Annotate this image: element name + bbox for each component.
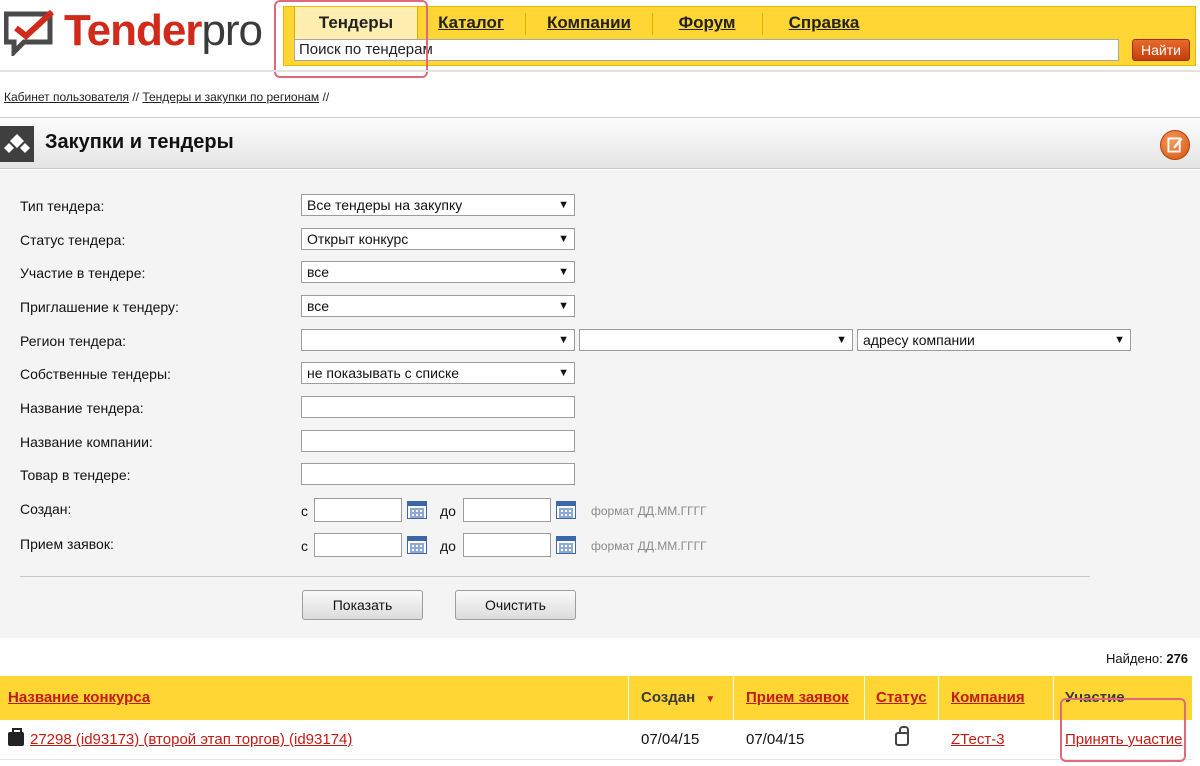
label-to: до	[440, 538, 456, 554]
clear-button[interactable]: Очистить	[455, 590, 576, 620]
accepting-to-input[interactable]	[463, 533, 551, 557]
calendar-icon[interactable]	[556, 536, 576, 554]
region-select-1[interactable]: ▼	[301, 329, 575, 351]
region-select-3[interactable]: адресу компании ▼	[857, 329, 1131, 351]
tender-type-select[interactable]: Все тендеры на закупку ▼	[301, 194, 575, 216]
sort-down-icon: ▼	[705, 694, 716, 705]
chevron-down-icon: ▼	[558, 233, 569, 245]
nav-divider	[762, 13, 763, 35]
calendar-icon[interactable]	[407, 501, 427, 519]
column-created[interactable]: Создан ▼	[641, 676, 715, 720]
title-bar: Закупки и тендеры	[0, 117, 1200, 169]
highlight-annotation	[274, 0, 428, 78]
column-divider	[733, 676, 734, 720]
label-invitation: Приглашение к тендеру:	[20, 299, 179, 315]
column-divider	[938, 676, 939, 720]
page-title: Закупки и тендеры	[45, 131, 234, 153]
tab-help[interactable]: Справка	[774, 7, 874, 39]
header: Tenderpro Тендеры Каталог Компании Форум…	[0, 0, 1200, 78]
show-button[interactable]: Показать	[302, 590, 423, 620]
column-divider	[628, 676, 629, 720]
column-name[interactable]: Название конкурса	[8, 676, 150, 720]
logo[interactable]: Tenderpro	[4, 4, 274, 60]
tenderpro-logo-icon	[4, 10, 55, 56]
company-link[interactable]: ZТест-3	[951, 720, 1005, 760]
chevron-down-icon: ▼	[558, 334, 569, 346]
table-row: 27298 (id93173) (второй этап торгов) (id…	[0, 720, 1192, 760]
created-to-input[interactable]	[463, 498, 551, 522]
nav-divider	[652, 13, 653, 35]
tender-link[interactable]: 27298 (id93173) (второй этап торгов) (id…	[30, 720, 352, 760]
results-count: Найдено: 276	[1106, 651, 1189, 666]
breadcrumb: Кабинет пользователя // Тендеры и закупк…	[4, 90, 329, 104]
diamond-icon	[0, 126, 34, 162]
tab-forum[interactable]: Форум	[662, 7, 752, 39]
tender-name-input[interactable]	[301, 396, 575, 418]
label-tender-status: Статус тендера:	[20, 232, 126, 248]
label-created: Создан:	[20, 501, 72, 517]
created-from-input[interactable]	[314, 498, 402, 522]
date-format-hint: формат ДД.ММ.ГГГГ	[591, 539, 707, 553]
briefcase-icon	[8, 728, 24, 746]
label-product: Товар в тендере:	[20, 467, 131, 483]
column-company[interactable]: Компания	[951, 676, 1025, 720]
own-tenders-select[interactable]: не показывать с списке ▼	[301, 362, 575, 384]
lock-icon	[895, 726, 909, 746]
calendar-icon[interactable]	[407, 536, 427, 554]
column-divider	[1053, 676, 1054, 720]
label-from: с	[301, 503, 308, 519]
participation-select[interactable]: все ▼	[301, 261, 575, 283]
label-company-name: Название компании:	[20, 434, 153, 450]
label-accepting: Прием заявок:	[20, 536, 114, 552]
highlight-annotation	[1060, 698, 1186, 762]
label-tender-name: Название тендера:	[20, 400, 144, 416]
label-region: Регион тендера:	[20, 333, 127, 349]
chevron-down-icon: ▼	[558, 266, 569, 278]
label-tender-type: Тип тендера:	[20, 198, 105, 214]
edit-icon[interactable]	[1160, 130, 1190, 160]
accepting-date: 07/04/15	[746, 731, 805, 748]
tab-catalog[interactable]: Каталог	[426, 7, 516, 39]
divider	[0, 70, 1200, 72]
tender-status-select[interactable]: Открыт конкурс ▼	[301, 228, 575, 250]
company-name-input[interactable]	[301, 430, 575, 452]
label-from: с	[301, 538, 308, 554]
breadcrumb-cabinet[interactable]: Кабинет пользователя	[4, 90, 129, 104]
accepting-from-input[interactable]	[314, 533, 402, 557]
results-table-header: Название конкурса Создан ▼ Прием заявок …	[0, 676, 1192, 720]
column-divider	[864, 676, 865, 720]
invitation-select[interactable]: все ▼	[301, 295, 575, 317]
divider	[20, 576, 1090, 577]
chevron-down-icon: ▼	[1114, 334, 1125, 346]
filter-form: Тип тендера: Все тендеры на закупку ▼ Ста…	[0, 170, 1200, 638]
calendar-icon[interactable]	[556, 501, 576, 519]
chevron-down-icon: ▼	[558, 300, 569, 312]
logo-text: Tenderpro	[64, 6, 263, 55]
nav-divider	[525, 13, 526, 35]
breadcrumb-regions[interactable]: Тендеры и закупки по регионам	[142, 90, 319, 104]
created-date: 07/04/15	[641, 731, 700, 748]
chevron-down-icon: ▼	[558, 367, 569, 379]
chevron-down-icon: ▼	[558, 199, 569, 211]
label-to: до	[440, 503, 456, 519]
breadcrumb-separator: //	[132, 90, 139, 104]
column-accepting[interactable]: Прием заявок	[746, 676, 849, 720]
label-participation: Участие в тендере:	[20, 265, 146, 281]
product-input[interactable]	[301, 463, 575, 485]
page: Tenderpro Тендеры Каталог Компании Форум…	[0, 0, 1200, 766]
breadcrumb-separator: //	[322, 90, 330, 104]
column-status[interactable]: Статус	[876, 676, 927, 720]
tab-companies[interactable]: Компании	[534, 7, 644, 39]
date-format-hint: формат ДД.ММ.ГГГГ	[591, 504, 707, 518]
search-button[interactable]: Найти	[1132, 39, 1190, 61]
region-select-2[interactable]: ▼	[579, 329, 853, 351]
chevron-down-icon: ▼	[836, 334, 847, 346]
label-own-tenders: Собственные тендеры:	[20, 366, 171, 382]
